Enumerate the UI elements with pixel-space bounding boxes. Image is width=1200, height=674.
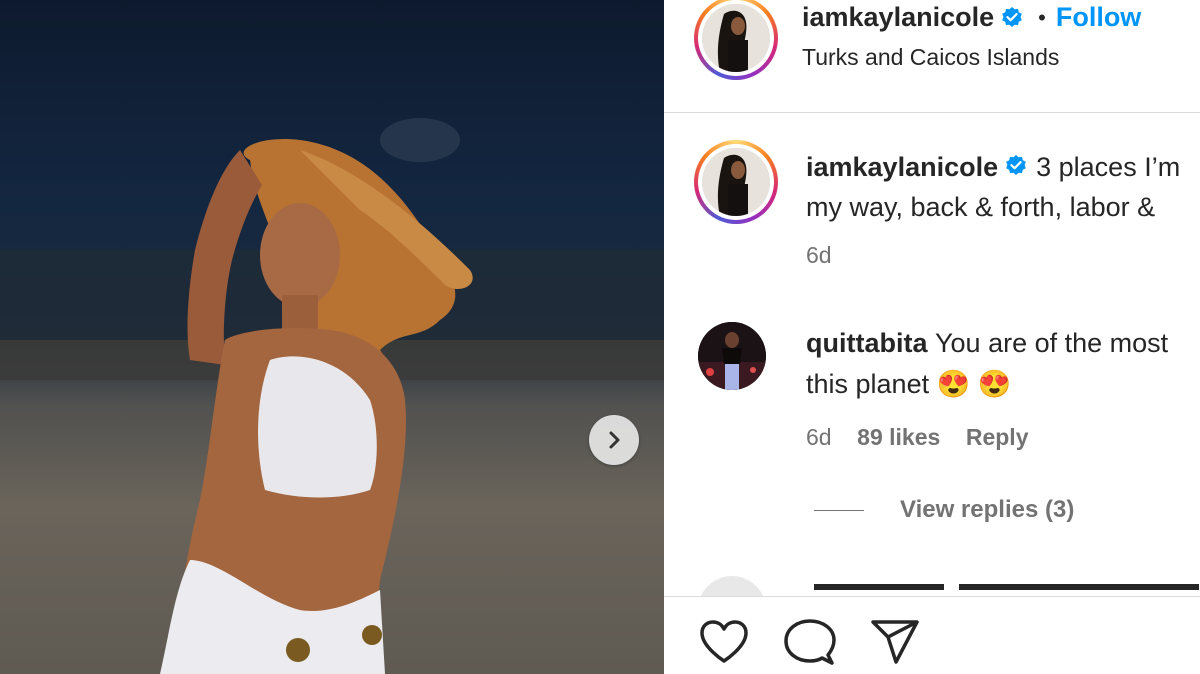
caption-text-line1: 3 places I’m — [1036, 152, 1181, 182]
next-comment-text-clipped — [814, 584, 1199, 590]
caption-author-avatar[interactable] — [694, 140, 778, 224]
post-header: iamkaylanicole • Follow — [802, 2, 1141, 33]
verified-badge-icon — [1002, 6, 1022, 27]
caption-text-line2: my way, back & forth, labor & — [806, 192, 1156, 222]
comment-first-line: quittabita You are of the most — [806, 328, 1168, 359]
beach-photo — [0, 118, 664, 674]
comment-icon[interactable] — [784, 619, 836, 667]
next-comment-preview — [814, 578, 1200, 590]
author-avatar[interactable] — [694, 0, 778, 80]
header-divider — [664, 112, 1200, 113]
post-photo — [0, 0, 664, 674]
follow-button[interactable]: Follow — [1056, 2, 1141, 33]
comment-text-line1: You are of the most — [935, 328, 1169, 358]
share-icon[interactable] — [870, 619, 920, 665]
caption-verified-badge-icon — [1006, 154, 1026, 175]
view-replies-line — [814, 509, 864, 511]
view-replies-button[interactable]: View replies (3) — [814, 496, 1074, 524]
header-separator: • — [1038, 4, 1046, 30]
view-replies-label: View replies (3) — [900, 496, 1075, 523]
commenter-username[interactable]: quittabita — [806, 328, 928, 358]
post-action-bar — [664, 596, 1200, 674]
caption-first-line: iamkaylanicole 3 places I’m — [806, 152, 1180, 184]
post-side-panel: iamkaylanicole • Follow Turks and Caicos… — [664, 0, 1200, 674]
comment-reply-button[interactable]: Reply — [966, 424, 1029, 450]
caption-username[interactable]: iamkaylanicole — [806, 152, 998, 182]
comment-likes[interactable]: 89 likes — [857, 424, 940, 450]
caption-avatar-image — [702, 148, 770, 216]
author-username[interactable]: iamkaylanicole — [802, 2, 994, 33]
comment-timestamp[interactable]: 6d — [806, 424, 832, 450]
commenter-avatar-image — [698, 322, 766, 390]
comment-text-line2: this planet 😍 😍 — [806, 369, 1012, 399]
chevron-right-icon — [609, 431, 620, 449]
post-location[interactable]: Turks and Caicos Islands — [802, 44, 1059, 71]
comment-meta: 6d 89 likes Reply — [806, 424, 1029, 451]
next-photo-button[interactable] — [589, 415, 639, 465]
author-avatar-image — [702, 4, 770, 72]
commenter-avatar[interactable] — [698, 322, 766, 390]
caption-timestamp[interactable]: 6d — [806, 242, 832, 269]
heart-icon[interactable] — [698, 619, 750, 665]
